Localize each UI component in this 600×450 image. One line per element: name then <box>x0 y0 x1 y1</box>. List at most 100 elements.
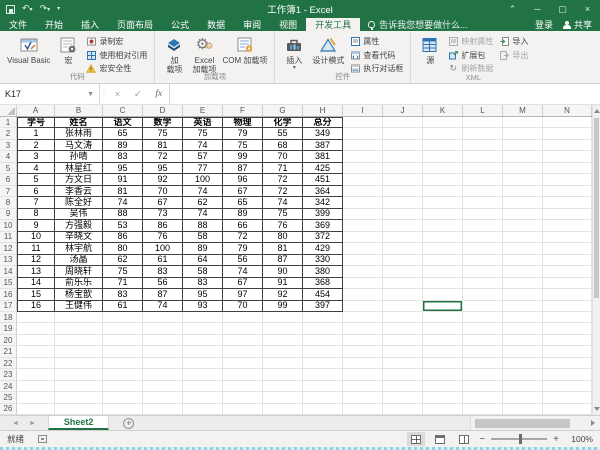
cell-K19[interactable] <box>423 323 463 334</box>
insert-function-icon[interactable]: fx <box>155 89 162 99</box>
cell-G1[interactable]: 化学 <box>263 117 303 128</box>
cell-N12[interactable] <box>543 243 592 254</box>
cell-B7[interactable]: 李香云 <box>55 186 103 197</box>
row-header-25[interactable]: 25 <box>0 392 17 403</box>
scroll-up-icon[interactable] <box>593 105 600 117</box>
row-header-12[interactable]: 12 <box>0 243 17 254</box>
maximize-button[interactable]: ▢ <box>550 0 575 18</box>
cell-D20[interactable] <box>143 335 183 346</box>
cell-N8[interactable] <box>543 197 592 208</box>
cell-C18[interactable] <box>103 312 143 323</box>
cell-K15[interactable] <box>423 278 463 289</box>
cell-J1[interactable] <box>383 117 423 128</box>
cell-G26[interactable] <box>263 404 303 415</box>
row-header-17[interactable]: 17 <box>0 301 17 312</box>
cell-F22[interactable] <box>223 358 263 369</box>
cell-K6[interactable] <box>423 174 463 185</box>
cell-L4[interactable] <box>463 151 503 162</box>
cell-C19[interactable] <box>103 323 143 334</box>
cell-N22[interactable] <box>543 358 592 369</box>
row-header-9[interactable]: 9 <box>0 209 17 220</box>
cell-I17[interactable] <box>343 301 383 312</box>
cell-M9[interactable] <box>503 209 543 220</box>
cell-F21[interactable] <box>223 346 263 357</box>
cell-N19[interactable] <box>543 323 592 334</box>
cell-E14[interactable]: 58 <box>183 266 223 277</box>
cell-M11[interactable] <box>503 232 543 243</box>
cell-A5[interactable]: 4 <box>17 163 55 174</box>
record-macro-button[interactable]: 录制宏 <box>83 35 150 49</box>
row-header-16[interactable]: 16 <box>0 289 17 300</box>
cell-F3[interactable]: 75 <box>223 140 263 151</box>
cell-F12[interactable]: 79 <box>223 243 263 254</box>
cell-J5[interactable] <box>383 163 423 174</box>
cell-E22[interactable] <box>183 358 223 369</box>
cell-E9[interactable]: 74 <box>183 209 223 220</box>
cell-M16[interactable] <box>503 289 543 300</box>
horizontal-scrollbar[interactable] <box>470 416 600 430</box>
cell-N10[interactable] <box>543 220 592 231</box>
cell-E20[interactable] <box>183 335 223 346</box>
cell-N2[interactable] <box>543 128 592 139</box>
cell-G13[interactable]: 87 <box>263 255 303 266</box>
new-sheet-button[interactable]: + <box>123 418 134 429</box>
column-header-J[interactable]: J <box>383 105 423 116</box>
import-button[interactable]: 导入 <box>496 35 531 49</box>
zoom-in-button[interactable]: + <box>553 434 559 445</box>
cell-D21[interactable] <box>143 346 183 357</box>
cell-G9[interactable]: 75 <box>263 209 303 220</box>
ribbon-tab-3[interactable]: 页面布局 <box>108 18 162 31</box>
cell-K14[interactable] <box>423 266 463 277</box>
cell-A9[interactable]: 8 <box>17 209 55 220</box>
cell-N4[interactable] <box>543 151 592 162</box>
redo-icon[interactable]: ↷▾ <box>40 3 51 15</box>
cell-A23[interactable] <box>17 369 55 380</box>
row-header-19[interactable]: 19 <box>0 323 17 334</box>
row-header-18[interactable]: 18 <box>0 312 17 323</box>
cell-F8[interactable]: 65 <box>223 197 263 208</box>
cell-F19[interactable] <box>223 323 263 334</box>
cell-K24[interactable] <box>423 381 463 392</box>
cell-K21[interactable] <box>423 346 463 357</box>
ribbon-tab-8[interactable]: 开发工具 <box>306 18 360 31</box>
cell-B26[interactable] <box>55 404 103 415</box>
cell-K4[interactable] <box>423 151 463 162</box>
cell-G25[interactable] <box>263 392 303 403</box>
cell-M10[interactable] <box>503 220 543 231</box>
cell-H3[interactable]: 387 <box>303 140 343 151</box>
cell-N18[interactable] <box>543 312 592 323</box>
cell-F16[interactable]: 97 <box>223 289 263 300</box>
cell-A6[interactable]: 5 <box>17 174 55 185</box>
cell-H26[interactable] <box>303 404 343 415</box>
cell-K9[interactable] <box>423 209 463 220</box>
cell-N26[interactable] <box>543 404 592 415</box>
cell-L8[interactable] <box>463 197 503 208</box>
row-header-13[interactable]: 13 <box>0 255 17 266</box>
cell-E7[interactable]: 74 <box>183 186 223 197</box>
cell-N16[interactable] <box>543 289 592 300</box>
cell-B19[interactable] <box>55 323 103 334</box>
cell-F25[interactable] <box>223 392 263 403</box>
cell-I4[interactable] <box>343 151 383 162</box>
cell-F4[interactable]: 99 <box>223 151 263 162</box>
cell-H4[interactable]: 381 <box>303 151 343 162</box>
cell-A12[interactable]: 11 <box>17 243 55 254</box>
cell-E21[interactable] <box>183 346 223 357</box>
cell-J6[interactable] <box>383 174 423 185</box>
row-header-7[interactable]: 7 <box>0 186 17 197</box>
cell-E2[interactable]: 75 <box>183 128 223 139</box>
vertical-scrollbar-thumb[interactable] <box>594 118 599 298</box>
cell-J19[interactable] <box>383 323 423 334</box>
visual-basic-button[interactable]: Visual Basic <box>4 33 53 66</box>
sheet-nav-left-icon[interactable]: ◄ <box>12 420 19 427</box>
cell-C1[interactable]: 语文 <box>103 117 143 128</box>
cell-L14[interactable] <box>463 266 503 277</box>
cell-D10[interactable]: 86 <box>143 220 183 231</box>
cell-I20[interactable] <box>343 335 383 346</box>
cell-H16[interactable]: 454 <box>303 289 343 300</box>
cell-C7[interactable]: 81 <box>103 186 143 197</box>
cell-M4[interactable] <box>503 151 543 162</box>
cell-H5[interactable]: 425 <box>303 163 343 174</box>
cell-B8[interactable]: 陈全好 <box>55 197 103 208</box>
cell-I22[interactable] <box>343 358 383 369</box>
